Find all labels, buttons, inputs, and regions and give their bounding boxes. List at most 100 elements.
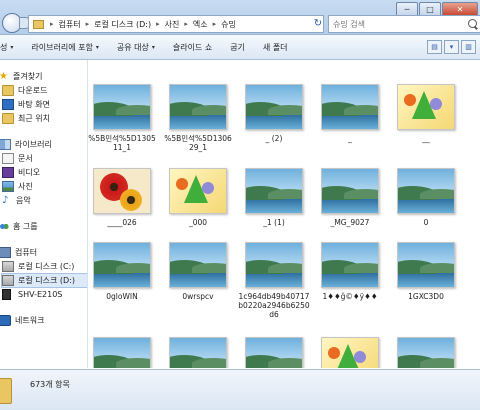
sidebar-item-recent[interactable]: 최근 위치 [2, 112, 50, 125]
sidebar-item-pictures[interactable]: 사진 [2, 180, 33, 193]
chevron-down-icon[interactable]: ▾ [444, 40, 459, 54]
file-item[interactable]: %5B민석%5D130629_1 [162, 84, 234, 152]
file-name: 1GXC3D0 [408, 292, 444, 301]
file-item[interactable]: 0wrspcv [162, 242, 234, 301]
image-thumbnail [321, 242, 379, 288]
file-item[interactable] [390, 337, 462, 368]
preview-pane-icon[interactable]: ▥ [461, 40, 476, 54]
file-item[interactable]: 1♦♦ğ©♦ÿ♦♦ [314, 242, 386, 301]
include-library-label: 라이브러리에 포함 [31, 42, 93, 52]
address-bar[interactable]: ▸ 컴퓨터 ▸ 로컬 디스크 (D:) ▸ 사진 ▸ 엑소 ▸ 슈밍 ▾ [28, 15, 324, 33]
file-item[interactable]: _ [314, 84, 386, 143]
image-thumbnail [93, 168, 151, 214]
file-name: 1c964db49b40717b0220a2946b6250d6 [238, 292, 310, 319]
file-item[interactable]: _ (2) [238, 84, 310, 143]
drive-icon [2, 275, 14, 286]
sidebar-item-music[interactable]: ♪ 음악 [2, 194, 31, 207]
breadcrumb-current[interactable]: 슈밍 [219, 19, 238, 30]
change-view-icon[interactable]: ▤ [427, 40, 442, 54]
sidebar-item-documents[interactable]: 문서 [2, 152, 33, 165]
organize-label: 성 [0, 42, 8, 52]
burn-button[interactable]: 굽기 [230, 42, 245, 53]
file-name: ____026 [107, 218, 137, 227]
image-thumbnail [321, 168, 379, 214]
breadcrumb-drive-d[interactable]: 로컬 디스크 (D:) [92, 19, 153, 30]
file-item[interactable]: _MG_9027 [314, 168, 386, 227]
sidebar-item-videos[interactable]: 비디오 [2, 166, 40, 179]
file-name: _MG_9027 [330, 218, 370, 227]
sidebar-item-label: 네트워크 [15, 316, 45, 325]
sidebar-item-label: 다운로드 [18, 86, 48, 95]
image-thumbnail [397, 242, 455, 288]
sidebar-item-phone[interactable]: SHV-E210S [2, 288, 62, 301]
image-thumbnail [321, 337, 379, 368]
image-thumbnail [93, 242, 151, 288]
file-name: 1♦♦ğ©♦ÿ♦♦ [322, 292, 378, 301]
chevron-right-icon: ▸ [85, 20, 90, 28]
file-item[interactable] [162, 337, 234, 368]
image-thumbnail [169, 168, 227, 214]
chevron-down-icon: ▾ [151, 43, 155, 51]
file-name: 0gloWIN [106, 292, 138, 301]
share-with-button[interactable]: 공유 대상 ▾ [117, 42, 155, 53]
organize-button[interactable]: 성 ▾ [0, 42, 13, 53]
refresh-icon[interactable]: ↻ [311, 15, 325, 31]
sidebar-item-drive-d[interactable]: 로컬 디스크 (D:) [1, 273, 87, 288]
sidebar-item-downloads[interactable]: 다운로드 [2, 84, 47, 97]
search-icon[interactable] [468, 19, 477, 28]
image-thumbnail [93, 84, 151, 130]
sidebar-item-computer[interactable]: 컴퓨터 [0, 246, 37, 259]
slideshow-label: 슬라이드 쇼 [172, 42, 213, 52]
sidebar-item-network[interactable]: 네트워크 [0, 314, 44, 327]
sidebar-item-favorites[interactable]: ★ 즐겨찾기 [0, 70, 42, 83]
breadcrumb-computer[interactable]: 컴퓨터 [57, 19, 83, 30]
sidebar-item-label: 로컬 디스크 (C:) [18, 262, 75, 271]
file-item[interactable]: 1GXC3D0 [390, 242, 462, 301]
image-thumbnail [93, 337, 151, 368]
sidebar-item-label: 문서 [18, 154, 33, 163]
search-box[interactable] [328, 15, 480, 33]
file-name: _ (2) [265, 134, 283, 143]
file-item[interactable]: _000 [162, 168, 234, 227]
file-name: __ [422, 134, 430, 143]
pictures-icon [2, 181, 14, 192]
image-thumbnail [321, 84, 379, 130]
sidebar-item-label: 음악 [16, 196, 31, 205]
sidebar-item-label: 즐겨찾기 [13, 72, 43, 81]
include-library-button[interactable]: 라이브러리에 포함 ▾ [31, 42, 98, 53]
chevron-down-icon: ▾ [10, 43, 14, 51]
image-thumbnail [397, 168, 455, 214]
image-thumbnail [245, 337, 303, 368]
sidebar-item-drive-c[interactable]: 로컬 디스크 (C:) [2, 260, 74, 273]
chevron-right-icon: ▸ [184, 20, 188, 28]
downloads-folder-icon [2, 85, 14, 96]
sidebar-item-label: 로컬 디스크 (D:) [18, 276, 75, 285]
file-item[interactable]: __ [390, 84, 462, 143]
file-item[interactable] [314, 337, 386, 368]
view-controls: ▤ ▾ ▥ [425, 40, 476, 54]
item-count: 673개 항목 [30, 380, 70, 389]
sidebar-item-homegroup[interactable]: 홈 그룹 [0, 220, 38, 233]
file-item[interactable]: %5B민석%5D130511_1 [88, 84, 158, 152]
sidebar-item-label: 최근 위치 [18, 114, 50, 123]
chevron-down-icon: ▾ [95, 43, 99, 51]
new-folder-button[interactable]: 새 폴더 [263, 42, 288, 53]
breadcrumb-photos[interactable]: 사진 [163, 19, 182, 30]
sidebar-item-desktop[interactable]: 바탕 화면 [2, 98, 50, 111]
file-item[interactable] [238, 337, 310, 368]
file-item[interactable]: ____026 [88, 168, 158, 227]
chevron-right-icon: ▸ [156, 20, 160, 28]
sidebar-item-libraries[interactable]: 라이브러리 [0, 138, 52, 151]
file-item[interactable]: _1 (1) [238, 168, 310, 227]
file-name: _1 (1) [263, 218, 285, 227]
file-item[interactable]: 1c964db49b40717b0220a2946b6250d6 [238, 242, 310, 319]
sidebar-item-label: 비디오 [18, 168, 41, 177]
file-item[interactable]: 0gloWIN [88, 242, 158, 301]
file-item[interactable] [88, 337, 158, 368]
file-item[interactable]: 0 [390, 168, 462, 227]
slideshow-button[interactable]: 슬라이드 쇼 [173, 42, 212, 53]
search-input[interactable] [329, 18, 455, 30]
breadcrumb-exo[interactable]: 엑소 [191, 19, 210, 30]
sidebar-item-label: 사진 [18, 182, 33, 191]
drive-icon [2, 261, 14, 272]
